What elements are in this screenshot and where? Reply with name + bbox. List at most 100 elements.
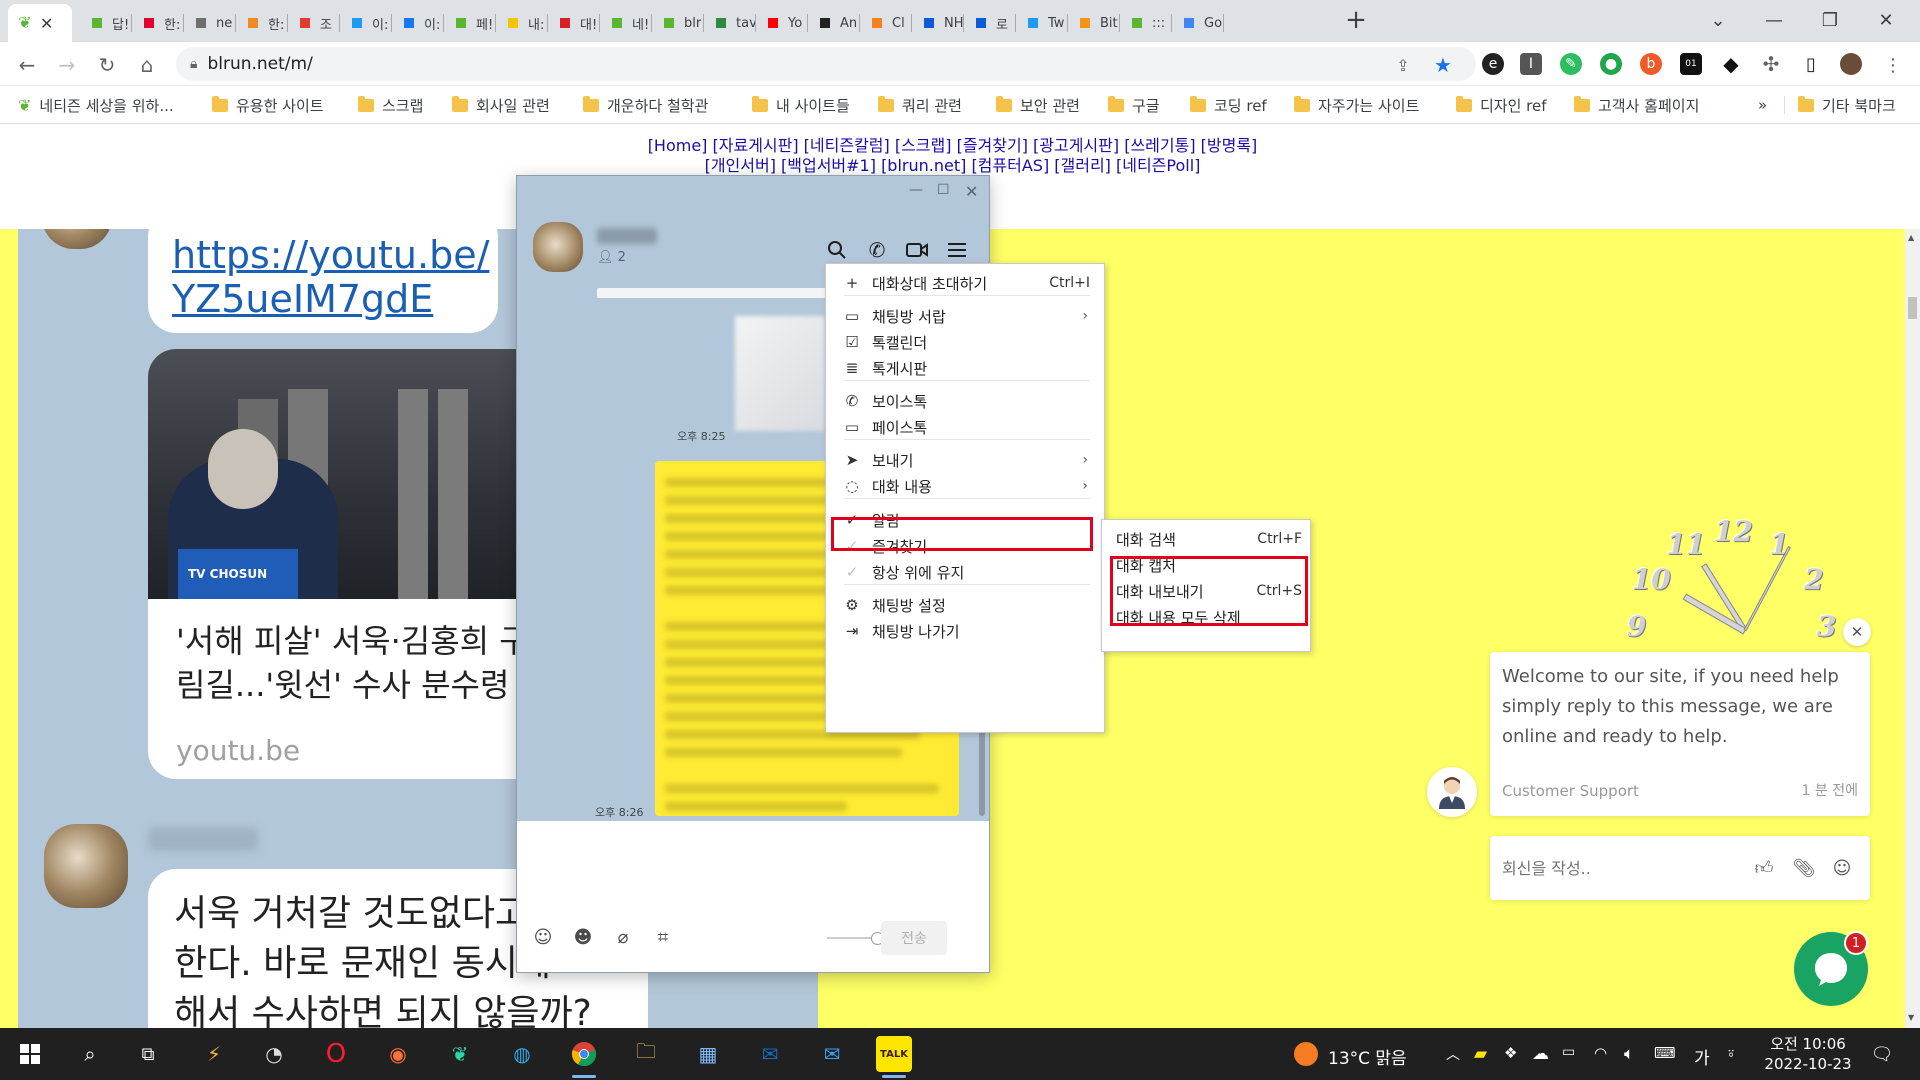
clock-app-icon[interactable]: ◔ (256, 1036, 292, 1072)
bookmark-item[interactable]: 유용한 사이트 (212, 94, 324, 116)
binary-icon[interactable]: 01 (1680, 53, 1702, 75)
browser-tab[interactable]: blr (652, 4, 704, 42)
close-window-button[interactable]: ✕ (1858, 0, 1914, 40)
browser-tab[interactable]: 페! (444, 4, 496, 42)
bookmark-item[interactable]: 보안 관련 (996, 94, 1080, 116)
opacity-slider[interactable] (827, 932, 884, 945)
tab-active[interactable]: ❦ ✕ (8, 4, 72, 42)
winamp-icon[interactable]: ⚡ (196, 1036, 232, 1072)
tab-search-chevron-icon[interactable]: ⌄ (1690, 0, 1746, 40)
browser-tab[interactable]: tav (704, 4, 756, 42)
store-icon[interactable]: ▦ (690, 1036, 726, 1072)
paperclip-icon[interactable]: 📎︎ (1792, 856, 1816, 880)
capture-crop-icon[interactable]: ⌗ (651, 925, 675, 949)
share-icon[interactable]: ⇪ (1388, 50, 1418, 80)
extension-green-icon[interactable]: ● (1600, 53, 1622, 75)
browser-tab[interactable]: An (808, 4, 860, 42)
bookmark-item[interactable]: ❦ 네티즌 세상을 위하... (18, 94, 174, 116)
kakao-tray-icon[interactable]: ▰ (1474, 1044, 1487, 1064)
bookmark-item[interactable]: 개운하다 철학관 (583, 94, 708, 116)
ime-mode-icon[interactable]: ⍤ (1726, 1044, 1736, 1064)
reload-icon[interactable]: ↻ (92, 50, 122, 80)
volume-icon[interactable]: 🔈︎ (1624, 1044, 1634, 1064)
message-input-area[interactable]: ☺ ☻ ⌀ ⌗ 전송 (517, 821, 989, 972)
lock-icon[interactable]: 🔒︎ (190, 56, 197, 72)
support-reply-input[interactable] (1502, 854, 1752, 882)
attach-file-icon[interactable]: ⌀ (611, 925, 635, 949)
menu-item-invite[interactable]: + 대화상대 초대하기 Ctrl+I (832, 268, 1098, 298)
browser-tab[interactable]: Tw (1016, 4, 1068, 42)
site-nav-line-2[interactable]: [개인서버] [백업서버#1] [blrun.net] [컴퓨터AS] [갤러리… (0, 156, 1905, 176)
file-explorer-icon[interactable]: 🗀︎ (628, 1036, 664, 1072)
dropbox-icon[interactable]: ❖ (1504, 1044, 1517, 1062)
bookmark-item[interactable]: 고객사 홈페이지 (1574, 94, 1699, 116)
nvda-icon[interactable]: ❦ (442, 1036, 478, 1072)
extension-reader-icon[interactable]: I (1520, 53, 1542, 75)
network-icon[interactable]: ◠ (1594, 1044, 1607, 1062)
video-call-icon[interactable] (903, 236, 931, 264)
bookmark-item[interactable]: 스크랩 (358, 94, 423, 116)
menu-item-conversation[interactable]: ◌ 대화 내용 › (832, 471, 1098, 501)
bookmark-item[interactable]: 디자인 ref (1456, 94, 1547, 116)
bookmark-star-icon[interactable]: ★ (1428, 50, 1458, 80)
pocket-icon[interactable]: ◆ (1720, 52, 1742, 76)
tab-close-icon[interactable]: ✕ (40, 14, 53, 33)
browser-tab[interactable]: 대! (548, 4, 600, 42)
chrome-icon[interactable] (566, 1036, 602, 1078)
opera-icon[interactable]: O (318, 1036, 354, 1072)
browser-tab[interactable]: Yo (756, 4, 808, 42)
ime-language[interactable]: 가 (1694, 1044, 1710, 1069)
kakaotalk-taskbar-icon[interactable]: TALK (876, 1036, 912, 1078)
scroll-up-icon[interactable]: ▲ (1908, 233, 1914, 242)
weather-text[interactable]: 13°C 맑음 (1328, 1044, 1407, 1069)
windows-start-icon[interactable] (12, 1036, 48, 1072)
browser-tab[interactable]: 한: (236, 4, 288, 42)
notice-bar[interactable] (597, 288, 827, 298)
tray-expand-icon[interactable]: ︿ (1446, 1044, 1460, 1064)
minimize-button[interactable]: — (1746, 0, 1802, 40)
browser-tab[interactable]: 한: (132, 4, 184, 42)
new-tab-button[interactable]: + (1328, 0, 1384, 40)
browser-tab[interactable]: 이: (392, 4, 444, 42)
browser-tab[interactable]: ne (184, 4, 236, 42)
send-button[interactable]: 전송 (881, 921, 947, 955)
image-message-blurred[interactable] (735, 316, 825, 431)
browser-tab[interactable]: Cl (860, 4, 912, 42)
browser-tab[interactable]: 로 (964, 4, 1016, 42)
restore-button[interactable]: ❐ (1802, 0, 1858, 40)
evernote-icon[interactable]: ✎ (1560, 53, 1582, 75)
search-icon[interactable] (823, 236, 851, 264)
onedrive-icon[interactable]: ☁ (1532, 1044, 1549, 1064)
voice-call-icon[interactable]: ✆ (863, 236, 891, 264)
menu-item-leave[interactable]: ⇥ 채팅방 나가기 (832, 616, 1098, 646)
browser-tab[interactable]: 답! (80, 4, 132, 42)
other-bookmarks[interactable]: 기타 북마크 (1798, 94, 1896, 116)
browser-tab[interactable]: 이: (340, 4, 392, 42)
keyboard-icon[interactable]: ⌨ (1654, 1044, 1676, 1062)
taskbar-clock[interactable]: 오전 10:06 2022-10-23 (1762, 1034, 1854, 1074)
address-bar[interactable]: 🔒︎ blrun.net/m/ (176, 47, 1476, 81)
bookmark-item[interactable]: 구글 (1108, 94, 1160, 116)
menu-dots-icon[interactable]: ⋮ (1878, 50, 1908, 80)
outlook-icon[interactable]: ✉ (752, 1036, 788, 1072)
sticker-icon[interactable]: ☻ (571, 925, 595, 949)
side-panel-icon[interactable]: ▯ (1800, 53, 1822, 75)
bookmark-item[interactable]: 자주가는 사이트 (1294, 94, 1419, 116)
bookmark-item[interactable]: 내 사이트들 (752, 94, 850, 116)
bookmark-item[interactable]: 쿼리 관련 (878, 94, 962, 116)
notification-center-icon[interactable]: 🗨︎ (1864, 1036, 1900, 1072)
chatroom-avatar[interactable] (533, 222, 583, 272)
menu-item-always-on-top[interactable]: ✓ 항상 위에 유지 (832, 557, 1098, 587)
browser-tab[interactable]: ::: (1120, 4, 1172, 42)
bookmarks-overflow-button[interactable]: » (1758, 94, 1767, 116)
extensions-puzzle-icon[interactable]: ✣ (1760, 52, 1782, 76)
submenu-item-search-conversation[interactable]: 대화 검색 Ctrl+F (1116, 526, 1302, 552)
browser-tab[interactable]: 조 (288, 4, 340, 42)
browser-tab[interactable]: Go (1172, 4, 1224, 42)
browser-tab[interactable]: NH (912, 4, 964, 42)
menu-item-facetalk[interactable]: ▭ 페이스톡 (832, 412, 1098, 442)
youtube-link-line-1[interactable]: https://youtu.be/ (172, 233, 489, 277)
emoticon-icon[interactable]: ☺ (531, 925, 555, 949)
bookmark-item[interactable]: 코딩 ref (1190, 94, 1267, 116)
home-icon[interactable]: ⌂ (132, 50, 162, 80)
